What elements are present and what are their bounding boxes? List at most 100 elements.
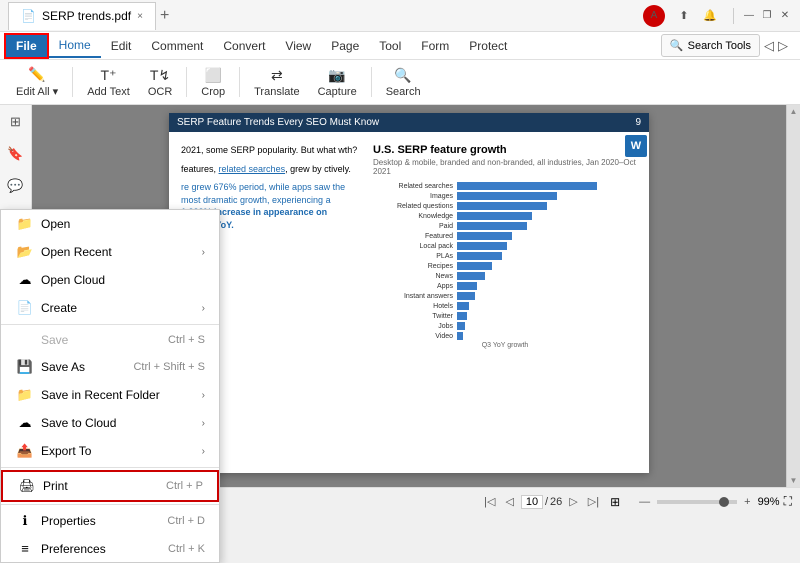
menu-create[interactable]: 📄 Create › xyxy=(1,294,219,322)
last-page-btn[interactable]: ▷| xyxy=(585,495,602,508)
menu-open-cloud[interactable]: ☁ Open Cloud xyxy=(1,266,219,294)
arrow-save-cloud-icon: › xyxy=(202,418,205,429)
chart-bar xyxy=(457,292,475,300)
chart-row: Related searches xyxy=(373,182,637,190)
prev-page-btn[interactable]: ◁ xyxy=(502,495,516,508)
right-scrollbar[interactable]: ▲ ▼ xyxy=(786,105,800,487)
save-as-icon: 💾 xyxy=(15,359,35,375)
pdf-header-text: SERP Feature Trends Every SEO Must Know xyxy=(177,117,379,128)
zoom-in-btn[interactable]: + xyxy=(741,496,753,508)
menu-save-as[interactable]: 💾 Save As Ctrl + Shift + S xyxy=(1,353,219,381)
crop-btn[interactable]: ⬜ Crop xyxy=(193,65,233,100)
chart-row-label: Instant answers xyxy=(373,293,453,300)
tab-title: SERP trends.pdf xyxy=(42,9,131,23)
capture-btn[interactable]: 📷 Capture xyxy=(310,65,365,100)
tab-form[interactable]: Form xyxy=(411,35,459,57)
menu-open-recent[interactable]: 📂 Open Recent › xyxy=(1,238,219,266)
file-dropdown-menu: 📁 Open 📂 Open Recent › ☁ Open Cloud 📄 Cr… xyxy=(0,209,220,563)
fullscreen-btn[interactable]: ⛶ xyxy=(784,494,792,509)
print-icon: 🖨 xyxy=(17,478,37,494)
tab-close-btn[interactable]: × xyxy=(137,11,143,22)
title-controls: A ⬆ 🔔 — ❐ ✕ xyxy=(643,5,792,27)
chart-bar xyxy=(457,182,597,190)
current-page-input[interactable] xyxy=(521,495,543,509)
tab-edit[interactable]: Edit xyxy=(101,35,142,57)
pdf-page: SERP Feature Trends Every SEO Must Know … xyxy=(169,113,649,473)
chart-bar xyxy=(457,302,469,310)
chart-row: Twitter xyxy=(373,312,637,320)
open-icon: 📁 xyxy=(15,216,35,232)
tab-tool[interactable]: Tool xyxy=(369,35,411,57)
translate-icon: ⇄ xyxy=(271,67,283,84)
menu-export[interactable]: 📤 Export To › xyxy=(1,437,219,465)
avatar: A xyxy=(643,5,665,27)
translate-btn[interactable]: ⇄ Translate xyxy=(246,65,307,100)
chart-row: Featured xyxy=(373,232,637,240)
chart-bar xyxy=(457,312,467,320)
menu-divider-2 xyxy=(1,467,219,468)
scroll-down-arrow[interactable]: ▼ xyxy=(788,474,800,487)
capture-icon: 📷 xyxy=(328,67,345,84)
menu-properties[interactable]: ℹ Properties Ctrl + D xyxy=(1,507,219,535)
menu-print[interactable]: 🖨 Print Ctrl + P xyxy=(1,470,219,502)
pages-btn[interactable]: ⊞ xyxy=(3,109,29,135)
menu-open[interactable]: 📁 Open xyxy=(1,210,219,238)
new-tab-btn[interactable]: + xyxy=(160,7,169,25)
tab-convert[interactable]: Convert xyxy=(213,35,275,57)
pdf-body: 2021, some SERP popularity. But what wth… xyxy=(169,132,649,361)
pdf-header-bar: SERP Feature Trends Every SEO Must Know … xyxy=(169,113,649,132)
menu-divider-3 xyxy=(1,504,219,505)
chart-bar xyxy=(457,222,527,230)
chart-axis-label: Q3 YoY growth xyxy=(373,342,637,349)
chart-row: Images xyxy=(373,192,637,200)
share-btn[interactable]: ⬆ xyxy=(677,9,691,23)
open-recent-icon: 📂 xyxy=(15,244,35,260)
menu-save-cloud[interactable]: ☁ Save to Cloud › xyxy=(1,409,219,437)
tab-page[interactable]: Page xyxy=(321,35,369,57)
edit-all-btn[interactable]: ✏️ Edit All ▾ xyxy=(8,64,66,100)
tab-view[interactable]: View xyxy=(275,35,321,57)
ocr-icon: T↯ xyxy=(150,67,170,84)
tab-icon: 📄 xyxy=(21,9,36,23)
next-page-btn[interactable]: ▷ xyxy=(566,495,580,508)
add-text-btn[interactable]: T⁺ Add Text xyxy=(79,65,138,100)
tab-home[interactable]: Home xyxy=(49,34,101,58)
close-btn[interactable]: ✕ xyxy=(778,9,792,23)
nav-fwd-btn[interactable]: ▷ xyxy=(778,38,788,54)
notification-btn[interactable]: 🔔 xyxy=(703,9,717,23)
chart-row-label: Local pack xyxy=(373,243,453,250)
main-area: ⊞ 🔖 💬 📎 SERP Feature Trends Every SEO Mu… xyxy=(0,105,800,487)
fit-btn[interactable]: ⊞ xyxy=(610,495,620,509)
bookmarks-btn[interactable]: 🔖 xyxy=(3,141,29,167)
comments-panel-btn[interactable]: 💬 xyxy=(3,173,29,199)
search-tools-area: 🔍 Search Tools ◁ ▷ xyxy=(661,34,796,57)
chart-row: Apps xyxy=(373,282,637,290)
tab-protect[interactable]: Protect xyxy=(459,35,517,57)
menu-preferences[interactable]: ≡ Preferences Ctrl + K xyxy=(1,535,219,562)
scroll-up-arrow[interactable]: ▲ xyxy=(788,105,800,118)
search-ribbon-icon: 🔍 xyxy=(394,67,411,84)
menu-save: Save Ctrl + S xyxy=(1,327,219,353)
chart-bar xyxy=(457,212,532,220)
restore-btn[interactable]: ❐ xyxy=(760,9,774,23)
ribbon-actions: ✏️ Edit All ▾ T⁺ Add Text T↯ OCR ⬜ Crop … xyxy=(0,60,800,104)
pdf-tab[interactable]: 📄 SERP trends.pdf × xyxy=(8,2,156,30)
search-icon: 🔍 xyxy=(670,39,684,52)
ocr-btn[interactable]: T↯ OCR xyxy=(140,65,180,100)
chart-row-label: Paid xyxy=(373,223,453,230)
tab-file[interactable]: File xyxy=(4,33,49,59)
first-page-btn[interactable]: |◁ xyxy=(481,495,498,508)
chart-title: U.S. SERP feature growth xyxy=(373,144,637,156)
tab-comment[interactable]: Comment xyxy=(141,35,213,57)
menu-save-recent-folder[interactable]: 📁 Save in Recent Folder › xyxy=(1,381,219,409)
search-tools-btn[interactable]: 🔍 Search Tools xyxy=(661,34,760,57)
zoom-slider[interactable] xyxy=(657,500,737,504)
minimize-btn[interactable]: — xyxy=(742,9,756,23)
export-icon: 📤 xyxy=(15,443,35,459)
nav-back-btn[interactable]: ◁ xyxy=(764,38,774,54)
zoom-out-btn[interactable]: — xyxy=(636,496,653,508)
pdf-page-num: 9 xyxy=(635,117,641,128)
chart-row-label: Twitter xyxy=(373,313,453,320)
zoom-level: 99% xyxy=(758,496,780,508)
search-btn[interactable]: 🔍 Search xyxy=(378,65,429,100)
